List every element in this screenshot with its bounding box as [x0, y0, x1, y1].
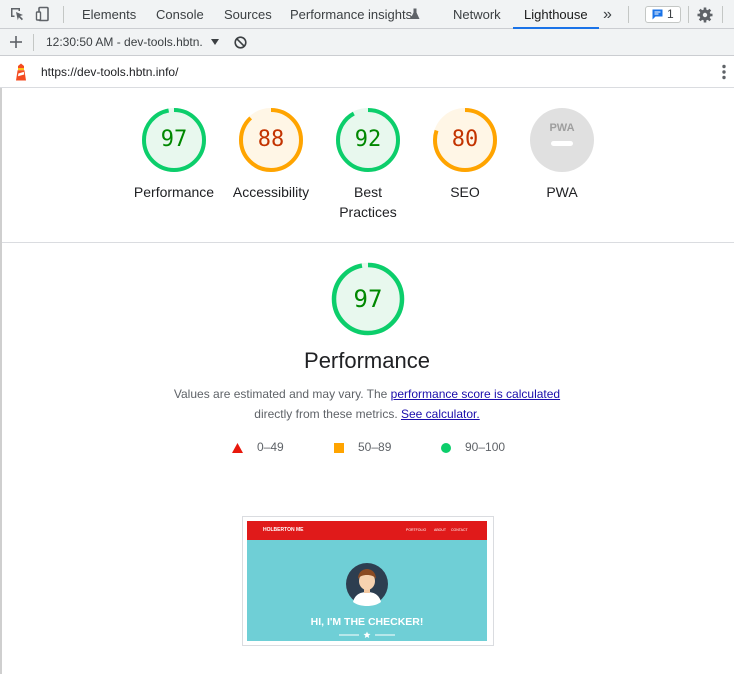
- site-nav-item: ABOUT: [434, 528, 447, 532]
- tab-network[interactable]: Network: [453, 0, 501, 29]
- tab-label: Network: [453, 7, 501, 22]
- site-headline: HI, I'M THE CHECKER!: [310, 616, 424, 628]
- tab-console[interactable]: Console: [156, 0, 204, 29]
- pwa-badge-icon: PWA: [530, 108, 594, 172]
- report-selector-label: 12:30:50 AM - dev-tools.hbtn.: [46, 35, 203, 49]
- lighthouse-logo-icon: [16, 63, 26, 81]
- clear-icon[interactable]: [234, 36, 247, 49]
- star-divider-icon: [339, 631, 395, 638]
- performance-score: 97: [353, 285, 383, 313]
- page-screenshot[interactable]: HOLBERTON ME PORTFOLIO ABOUT CONTACT HI,…: [242, 516, 494, 646]
- avatar-icon: [346, 563, 388, 606]
- legend-label: 0–49: [257, 440, 284, 454]
- site-header: HOLBERTON ME PORTFOLIO ABOUT CONTACT: [247, 521, 487, 540]
- gauge-label: Accessibility: [232, 184, 310, 200]
- screenshot-viewport: HOLBERTON ME PORTFOLIO ABOUT CONTACT HI,…: [247, 521, 487, 641]
- flask-icon: [410, 8, 420, 19]
- issues-count: 1: [667, 7, 674, 21]
- inspect-icon[interactable]: [9, 6, 25, 22]
- issues-badge[interactable]: 1: [645, 6, 681, 23]
- dropdown-caret-icon: [211, 39, 219, 45]
- performance-title: Performance: [304, 348, 430, 373]
- divider: [628, 6, 629, 23]
- site-name: HOLBERTON ME: [263, 527, 304, 533]
- tab-label: Sources: [224, 7, 272, 22]
- device-toolbar-icon[interactable]: [35, 6, 51, 22]
- triangle-icon: [232, 443, 243, 453]
- gauge-label: PWA: [546, 184, 578, 200]
- description-text: Values are estimated and may vary. The: [173, 387, 391, 401]
- gear-icon[interactable]: [697, 7, 713, 23]
- kebab-menu-icon[interactable]: [721, 64, 727, 80]
- see-calculator-link[interactable]: See calculator.: [401, 407, 480, 421]
- tab-elements[interactable]: Elements: [82, 0, 136, 29]
- divider: [63, 6, 64, 23]
- circle-icon: [441, 443, 451, 453]
- square-icon: [334, 443, 344, 453]
- pwa-badge-text: PWA: [549, 122, 574, 134]
- gauge-label: Performance: [133, 184, 215, 200]
- report-selector[interactable]: 12:30:50 AM - dev-tools.hbtn.: [46, 29, 219, 56]
- legend-label: 50–89: [358, 440, 392, 454]
- legend-label: 90–100: [465, 440, 506, 454]
- site-nav-item: PORTFOLIO: [406, 528, 427, 532]
- more-tabs-icon[interactable]: »: [603, 0, 612, 29]
- report-url[interactable]: https://dev-tools.hbtn.info/: [41, 65, 178, 79]
- divider: [722, 6, 723, 23]
- gauge-score: 88: [257, 127, 285, 152]
- tab-label: Elements: [82, 7, 137, 22]
- performance-description: Values are estimated and may vary. The p…: [0, 384, 734, 424]
- tab-lighthouse[interactable]: Lighthouse: [513, 0, 599, 29]
- tab-label: Console: [156, 7, 204, 22]
- issues-icon: [652, 9, 663, 20]
- tab-performance-insights[interactable]: Performance insights: [290, 0, 420, 29]
- gauge-label: Best Practices: [339, 184, 397, 220]
- site-nav-item: CONTACT: [451, 528, 468, 532]
- report-url-bar: https://dev-tools.hbtn.info/: [0, 56, 734, 88]
- score-calculated-link[interactable]: performance score is calculated: [391, 387, 560, 401]
- description-text: directly from these metrics.: [254, 407, 401, 421]
- tab-sources[interactable]: Sources: [224, 0, 272, 29]
- gauge-score: 97: [160, 127, 188, 152]
- tab-label: Lighthouse: [524, 7, 588, 22]
- plus-icon[interactable]: [10, 36, 22, 48]
- gauge-score: 92: [354, 127, 382, 152]
- devtools-tab-bar: Elements Console Sources Performance ins…: [0, 0, 734, 29]
- gauge-label: SEO: [450, 184, 480, 200]
- tab-label: Performance insights: [290, 7, 413, 22]
- divider: [688, 6, 689, 23]
- lighthouse-toolbar: 12:30:50 AM - dev-tools.hbtn.: [0, 29, 734, 56]
- panel-edge: [0, 88, 2, 674]
- divider: [2, 242, 734, 243]
- gauge-score: 80: [451, 127, 479, 152]
- divider: [33, 34, 34, 51]
